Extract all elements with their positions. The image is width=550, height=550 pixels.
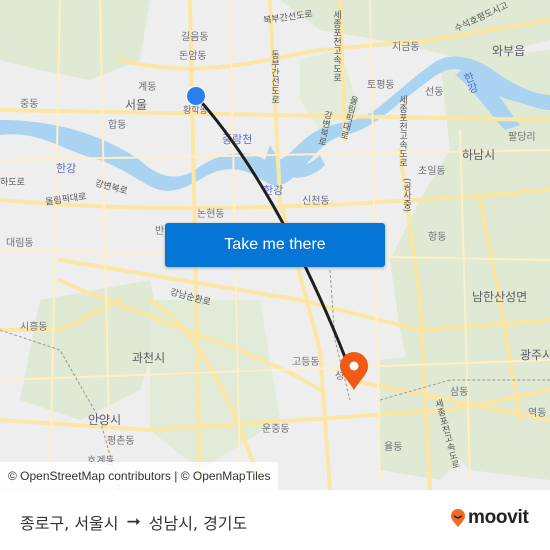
route-summary: 종로구, 서울시 ➞ 성남시, 경기도 bbox=[20, 510, 247, 534]
origin-name: 종로구, 서울시 bbox=[20, 514, 119, 533]
destination-name: 성남시, 경기도 bbox=[148, 514, 248, 533]
destination-pin-icon bbox=[340, 352, 368, 390]
arrow-right-icon: ➞ bbox=[126, 512, 141, 532]
origin-dot-icon bbox=[186, 86, 206, 106]
map-view[interactable]: 길음동 돈암동 계동 중동 서울 합동 황학동 중랑천 한강 한강 한강 강변북… bbox=[0, 0, 550, 490]
footer-bar: 종로구, 서울시 ➞ 성남시, 경기도 moovit bbox=[0, 490, 550, 550]
map-attribution[interactable]: © OpenStreetMap contributors | © OpenMap… bbox=[0, 462, 279, 490]
moovit-wordmark: moovit bbox=[468, 507, 529, 528]
moovit-pin-icon bbox=[451, 509, 465, 527]
moovit-logo[interactable]: moovit bbox=[450, 507, 529, 529]
take-me-there-button[interactable]: Take me there bbox=[165, 223, 385, 267]
